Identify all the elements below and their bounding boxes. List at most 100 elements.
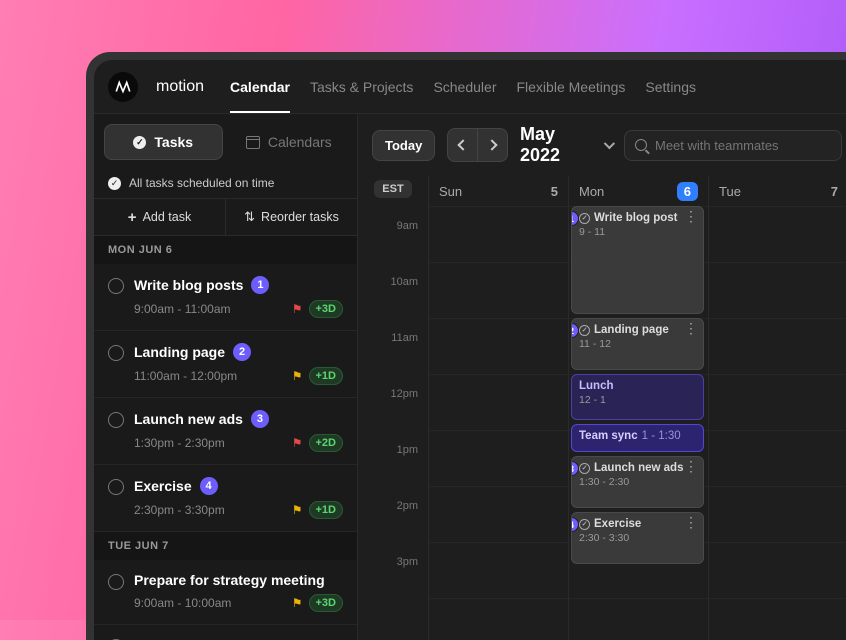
search-input[interactable] (655, 138, 831, 153)
toggle-tasks[interactable]: ✓ Tasks (104, 124, 223, 160)
nav-tabs: Calendar Tasks & Projects Scheduler Flexibl… (230, 61, 696, 113)
event-time: 9 - 11 (579, 226, 696, 238)
task-item[interactable]: Exercise42:30pm - 3:30pm⚑+1D (94, 465, 357, 532)
nav-tab-tasks-projects[interactable]: Tasks & Projects (310, 61, 413, 113)
toggle-calendars[interactable]: Calendars (231, 124, 348, 160)
due-pill: +1D (309, 501, 344, 519)
nav-tab-calendar[interactable]: Calendar (230, 61, 290, 113)
more-icon[interactable]: ⋮ (684, 462, 698, 470)
task-title: Prepare for strategy meeting (134, 572, 325, 588)
day-name: Sun (439, 184, 462, 199)
reorder-button[interactable]: ⇅ Reorder tasks (226, 199, 357, 235)
sidebar: ✓ Tasks Calendars ✓ All tasks scheduled … (94, 114, 358, 640)
calendar-event[interactable]: 3 Launch new ads 1:30 - 2:30 ⋮ (571, 456, 704, 508)
task-title: Exercise (134, 478, 192, 494)
calendar-event[interactable]: Team sync 1 - 1:30 (571, 424, 704, 452)
today-button[interactable]: Today (372, 130, 435, 161)
prev-button[interactable] (448, 129, 477, 161)
day-column: Sun 5 (428, 176, 568, 640)
task-number-badge: 4 (200, 477, 218, 495)
due-pill: +3D (309, 594, 344, 612)
topbar: motion Calendar Tasks & Projects Scheduler… (94, 60, 846, 114)
task-title: Launch new ads (134, 411, 243, 427)
event-title: Landing page (594, 324, 669, 336)
hour-label: 9am (358, 220, 428, 276)
search-box[interactable] (624, 130, 842, 161)
reorder-label: Reorder tasks (261, 210, 339, 224)
event-pin-badge: 3 (571, 461, 579, 476)
check-circle-icon: ✓ (108, 177, 121, 190)
month-text: May 2022 (520, 124, 598, 166)
day-name: Tue (719, 184, 741, 199)
flag-icon: ⚑ (292, 369, 303, 383)
add-task-label: Add task (143, 210, 192, 224)
event-pin-badge: 4 (571, 517, 579, 532)
date-nav (447, 128, 508, 162)
hour-label: 10am (358, 276, 428, 332)
flag-icon: ⚑ (292, 503, 303, 517)
event-title: Write blog post (594, 212, 677, 224)
calendar-event[interactable]: 1 Write blog post 9 - 11 ⋮ (571, 206, 704, 314)
task-item[interactable]: Write blog posts19:00am - 11:00am⚑+3D (94, 264, 357, 331)
due-pill: +2D (309, 434, 344, 452)
hour-label: 2pm (358, 500, 428, 556)
chevron-left-icon (457, 139, 468, 150)
brand-name: motion (156, 78, 204, 96)
chevron-right-icon (487, 139, 498, 150)
flag-icon: ⚑ (292, 302, 303, 316)
event-time: 12 - 1 (579, 394, 696, 406)
next-button[interactable] (478, 129, 507, 161)
status-row: ✓ All tasks scheduled on time (94, 170, 357, 198)
task-checkbox[interactable] (108, 278, 124, 294)
event-time: 11 - 12 (579, 338, 696, 350)
more-icon[interactable]: ⋮ (684, 212, 698, 220)
task-time: 9:00am - 11:00am (134, 302, 231, 316)
nav-tab-scheduler[interactable]: Scheduler (433, 61, 496, 113)
month-picker[interactable]: May 2022 (520, 124, 612, 166)
date-header: TUE JUN 7 (94, 532, 357, 560)
day-number: 5 (551, 184, 558, 199)
event-time: 1:30 - 2:30 (579, 476, 696, 488)
add-task-button[interactable]: + Add task (94, 199, 226, 235)
event-time: 2:30 - 3:30 (579, 532, 696, 544)
day-columns: Sun5Mon61Write blog post9 - 11⋮2Landing … (428, 176, 846, 640)
task-item[interactable]: Prepare for strategy meeting 9:00am - 10:… (94, 560, 357, 625)
check-circle-icon (579, 213, 590, 224)
more-icon[interactable]: ⋮ (684, 324, 698, 332)
search-icon (635, 139, 647, 151)
more-icon[interactable]: ⋮ (684, 518, 698, 526)
calendar-event[interactable]: 2Landing page11 - 12⋮ (571, 318, 704, 370)
chevron-down-icon (604, 138, 615, 149)
task-number-badge: 3 (251, 410, 269, 428)
calendar-event[interactable]: Lunch12 - 1 (571, 374, 704, 420)
hour-label: 3pm (358, 556, 428, 612)
task-checkbox[interactable] (108, 412, 124, 428)
task-time: 11:00am - 12:00pm (134, 369, 237, 383)
plus-icon: + (128, 209, 137, 226)
event-title: Launch new ads (594, 462, 683, 474)
task-checkbox[interactable] (108, 345, 124, 361)
app-root: motion Calendar Tasks & Projects Scheduler… (94, 60, 846, 640)
toggle-tasks-label: Tasks (154, 134, 193, 150)
hour-label: 1pm (358, 444, 428, 500)
task-item[interactable]: Launch new ads 3 1:30pm - 2:30pm ⚑ +2D (94, 398, 357, 465)
due-pill: +3D (309, 300, 344, 318)
nav-tab-settings[interactable]: Settings (645, 61, 696, 113)
task-item[interactable]: Landing page211:00am - 12:00pm⚑+1D (94, 331, 357, 398)
task-time: 1:30pm - 2:30pm (134, 436, 225, 450)
flag-icon: ⚑ (292, 436, 303, 450)
timezone-badge[interactable]: EST (374, 180, 411, 198)
calendar-event[interactable]: 4Exercise2:30 - 3:30⋮ (571, 512, 704, 564)
task-item[interactable]: Reply to emails (94, 625, 357, 640)
task-checkbox[interactable] (108, 479, 124, 495)
event-pin-badge: 1 (571, 211, 579, 226)
event-time: 1 - 1:30 (642, 430, 681, 442)
reorder-icon: ⇅ (244, 209, 255, 225)
task-title: Landing page (134, 344, 225, 360)
check-circle-icon (579, 519, 590, 530)
task-checkbox[interactable] (108, 574, 124, 590)
date-header: MON JUN 6 (94, 236, 357, 264)
nav-tab-flexible-meetings[interactable]: Flexible Meetings (516, 61, 625, 113)
hour-label: 11am (358, 332, 428, 388)
task-time: 9:00am - 10:00am (134, 596, 231, 610)
